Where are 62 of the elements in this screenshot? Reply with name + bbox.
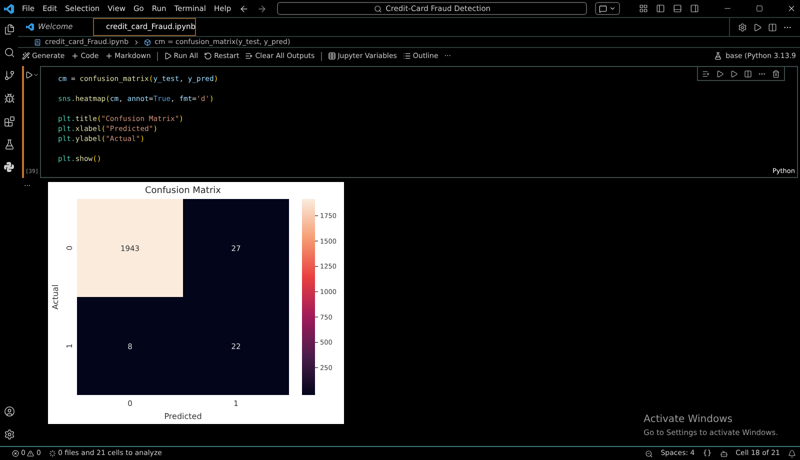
chevron-down-icon [33,72,39,78]
chevron-icon [132,38,140,46]
plus-icon [70,52,79,60]
app-logo-icon [26,23,34,31]
spinner-icon [48,450,56,457]
run-below-icon[interactable] [730,70,738,78]
warning-icon [27,450,34,457]
run-cell-button[interactable] [25,71,39,79]
back-arrow-icon[interactable] [239,4,250,14]
wand-icon [22,52,30,60]
chevron-down-icon [609,5,616,12]
delete-icon[interactable] [772,70,780,78]
extensions-icon[interactable] [4,116,14,127]
search-icon[interactable] [4,47,14,58]
play-icon [25,71,33,79]
zoom-out-icon[interactable] [644,450,653,458]
cube-icon [144,38,151,46]
chat-icon [599,4,608,12]
kernel-icon [714,52,722,60]
colorbar-tick [314,215,318,216]
colorbar-tick [314,240,318,242]
panel-right-icon[interactable] [690,4,699,13]
run-icon[interactable] [753,22,762,32]
notification-icon[interactable] [788,450,796,458]
explorer-icon[interactable] [4,24,14,35]
forward-arrow-icon[interactable] [257,4,268,14]
layout-icon[interactable] [639,4,648,13]
python-icon[interactable] [4,162,14,172]
panel-bottom-icon[interactable] [673,4,682,13]
notebook-icon [34,38,41,46]
colorbar-tick [314,266,318,267]
panel-left-icon[interactable] [656,4,665,13]
outline-icon [402,52,411,60]
colorbar-tick [314,291,318,292]
search-icon[interactable] [374,4,382,12]
run-above-icon[interactable] [716,70,724,78]
clear-icon [245,52,254,60]
colorbar-tick [314,342,318,343]
close-icon[interactable] [787,4,796,13]
app-logo [4,4,14,14]
restart-icon [204,52,212,60]
colorbar-tick [314,316,318,318]
variables-icon [328,52,336,60]
execute-above-icon[interactable] [702,70,710,78]
source-control-icon[interactable] [4,70,14,81]
x-axis-label: Predicted [164,412,202,421]
split-cell-icon[interactable] [744,70,752,78]
account-icon[interactable] [4,406,14,417]
split-editor-icon[interactable] [768,22,777,32]
run-all-icon [164,52,172,60]
copilot-icon[interactable] [720,450,728,458]
chat-button[interactable] [595,2,620,15]
plus-icon [104,52,113,60]
colorbar-tick [314,367,318,368]
error-icon [12,450,19,457]
y-axis-label: Actual [51,284,60,310]
settings-icon[interactable] [4,429,14,440]
maximize-icon[interactable] [756,5,763,12]
settings-icon[interactable] [738,22,747,32]
chart-title: Confusion Matrix [145,186,221,196]
testing-icon[interactable] [4,139,14,150]
debug-icon[interactable] [4,93,14,104]
